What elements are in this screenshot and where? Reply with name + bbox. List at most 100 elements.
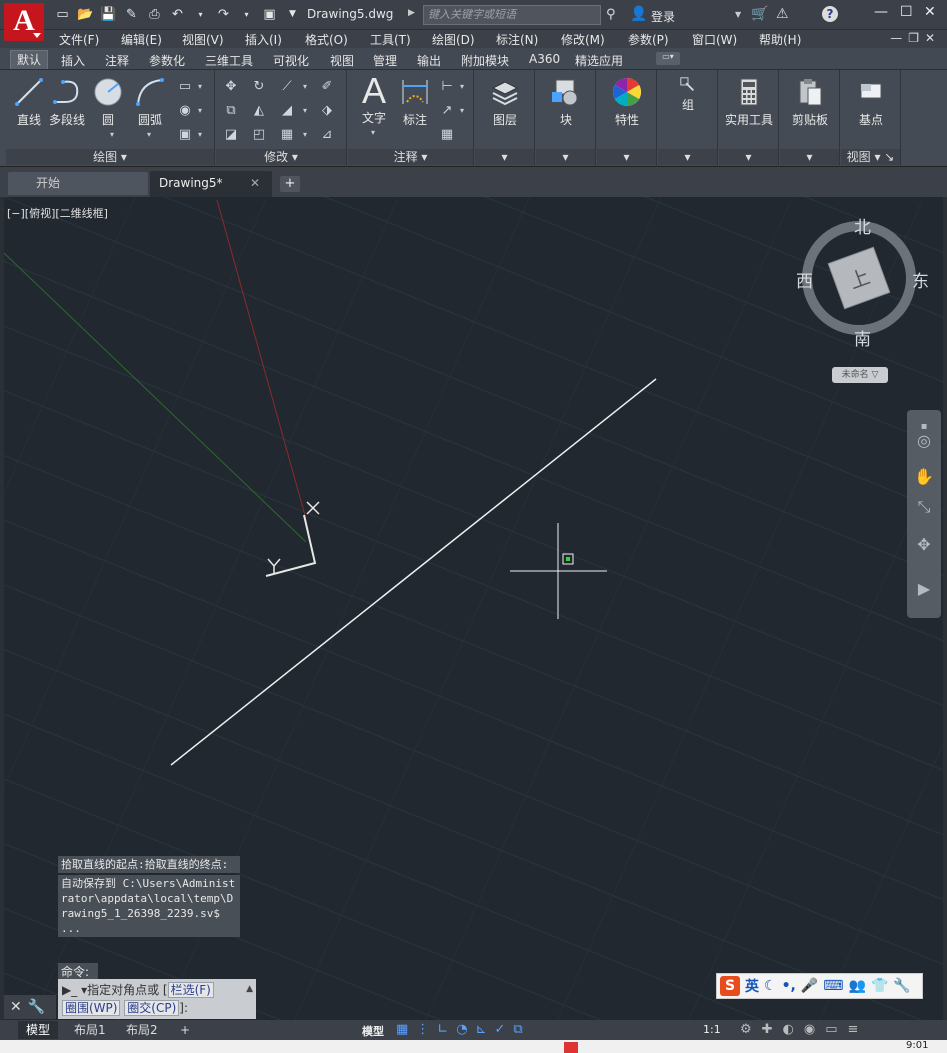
rectangle-icon[interactable]: ▭ — [176, 78, 194, 96]
command-input[interactable]: ▶_ ▾指定对角点或 [栏选(F) 圈围(WP) 圈交(CP)]: ▲ — [58, 979, 256, 1019]
viewcube[interactable]: 北 南 东 西 上 — [796, 217, 929, 350]
document-window-controls[interactable]: —❐✕ — [890, 31, 941, 45]
compass-east[interactable]: 东 — [912, 267, 929, 292]
option-window-polygon[interactable]: 圈围(WP) — [62, 1000, 121, 1016]
line-button[interactable]: 直线 — [9, 76, 49, 128]
file-tab-drawing5[interactable]: Drawing5* ✕ — [150, 171, 272, 197]
microphone-icon[interactable]: 🎤 — [801, 978, 818, 994]
ucs-menu[interactable]: 未命名 ▽ — [832, 367, 888, 383]
viewport-controls-label[interactable]: [−][俯视][二维线框] — [7, 205, 108, 221]
zoom-icon[interactable]: ⤡ — [913, 496, 935, 518]
osnap-icon[interactable]: ⊾ — [476, 1022, 495, 1037]
user-icon[interactable]: 👤 — [630, 6, 647, 22]
option-crossing-polygon[interactable]: 圈交(CP) — [124, 1000, 180, 1016]
block-button[interactable]: 块 — [546, 76, 586, 128]
wrench-icon[interactable]: 🔧 — [893, 978, 910, 994]
skin-icon[interactable]: 👕 — [871, 978, 888, 994]
menu-draw[interactable]: 绘图(D) — [432, 31, 475, 48]
compass-south[interactable]: 南 — [854, 325, 871, 350]
command-close-icon[interactable]: ✕ — [10, 999, 28, 1015]
array-icon[interactable]: ▦ — [278, 126, 296, 144]
compass-west[interactable]: 西 — [796, 267, 813, 292]
base-view-button[interactable]: 基点 — [851, 76, 891, 128]
model-space-toggle[interactable]: 模型 — [362, 1023, 384, 1039]
clipboard-button[interactable]: 剪贴板 — [784, 76, 836, 128]
ribbon-toggle-icon[interactable]: ▭▾ — [656, 52, 680, 65]
cart-icon[interactable]: 🛒 — [751, 6, 768, 22]
mirror-icon[interactable]: ◭ — [250, 102, 268, 120]
file-tab-start[interactable]: 开始 — [8, 172, 148, 195]
new-tab-button[interactable]: + — [280, 176, 300, 192]
punctuation-icon[interactable]: •, — [782, 978, 796, 994]
fillet-dropdown-icon[interactable]: ▾ — [303, 106, 307, 115]
hatch-icon[interactable]: ◉ — [176, 102, 194, 120]
utilities-button[interactable]: 实用工具 — [721, 76, 777, 128]
leader-icon[interactable]: ↗ — [438, 102, 456, 120]
leader-dropdown-icon[interactable]: ▾ — [460, 106, 464, 115]
array-dropdown-icon[interactable]: ▾ — [303, 130, 307, 139]
tab-3d-tools[interactable]: 三维工具 — [205, 52, 253, 69]
panel-layers-expand[interactable]: ▾ — [475, 149, 534, 165]
command-history-toggle-icon[interactable]: ▲ — [246, 980, 253, 998]
fillet-icon[interactable]: ◢ — [278, 102, 296, 120]
stretch-icon[interactable]: ◪ — [222, 126, 240, 144]
tab-insert[interactable]: 插入 — [61, 52, 85, 69]
open-file-icon[interactable]: 📂 — [77, 6, 94, 23]
a360-icon[interactable]: ⚠ — [776, 6, 789, 22]
panel-groups-expand[interactable]: ▾ — [658, 149, 717, 165]
close-icon[interactable]: ✕ — [924, 4, 936, 20]
compass-north[interactable]: 北 — [854, 213, 871, 238]
minimize-icon[interactable]: — — [874, 4, 888, 20]
panel-clipboard-expand[interactable]: ▾ — [780, 149, 839, 165]
arc-dropdown-icon[interactable]: ▾ — [147, 130, 151, 139]
customize-status-icon[interactable]: ≡ — [848, 1022, 869, 1037]
binoculars-icon[interactable]: ⚲ — [606, 7, 616, 22]
isolate-icon[interactable]: ◐ — [783, 1022, 804, 1037]
pan-icon[interactable]: ✋ — [913, 466, 935, 488]
scale-icon[interactable]: ◰ — [250, 126, 268, 144]
grid-icon[interactable]: ▦ — [396, 1022, 416, 1037]
taskbar-app-icon[interactable] — [564, 1042, 578, 1053]
menu-view[interactable]: 视图(V) — [182, 31, 224, 48]
annotation-monitor-icon[interactable]: ✚ — [762, 1022, 783, 1037]
keyboard-icon[interactable]: ⌨ — [823, 978, 843, 994]
layout-tab-layout2[interactable]: 布局2 — [118, 1021, 166, 1039]
boundary-icon[interactable]: ▣ — [176, 126, 194, 144]
text-button[interactable]: A 文字 — [354, 73, 394, 126]
move-icon[interactable]: ✥ — [222, 78, 240, 96]
otrack-icon[interactable]: ✓ — [494, 1022, 513, 1037]
undo-dropdown-icon[interactable]: ▾ — [192, 6, 209, 23]
redo-dropdown-icon[interactable]: ▾ — [238, 6, 255, 23]
tab-parametric[interactable]: 参数化 — [149, 52, 185, 69]
sogou-logo-icon[interactable]: S — [720, 976, 740, 996]
explode-icon[interactable]: ⬗ — [318, 102, 336, 120]
erase-icon[interactable]: ✐ — [318, 78, 336, 96]
layout-tab-model[interactable]: 模型 — [18, 1021, 59, 1039]
layout-tab-layout1[interactable]: 布局1 — [66, 1021, 114, 1039]
help-icon[interactable]: ? — [822, 6, 838, 22]
polar-icon[interactable]: ◔ — [456, 1022, 475, 1037]
trim-icon[interactable]: ⟋ — [278, 78, 296, 96]
application-menu-button[interactable]: A — [4, 3, 44, 41]
user-center-icon[interactable]: 👥 — [849, 978, 866, 994]
panel-draw-title[interactable]: 绘图 ▾ — [6, 149, 214, 165]
steering-wheel-icon[interactable]: ◎ — [913, 430, 935, 452]
ime-language-toggle[interactable]: 英 — [745, 976, 759, 996]
menu-dimension[interactable]: 标注(N) — [496, 31, 538, 48]
panel-block-expand[interactable]: ▾ — [536, 149, 595, 165]
menu-help[interactable]: 帮助(H) — [759, 31, 801, 48]
circle-button[interactable]: 圆 — [90, 76, 126, 128]
group-button[interactable]: 组 — [668, 76, 708, 113]
annotation-scale[interactable]: 1:1 — [703, 1023, 721, 1036]
properties-button[interactable]: 特性 — [607, 76, 647, 128]
add-layout-button[interactable]: + — [172, 1021, 198, 1039]
menu-format[interactable]: 格式(O) — [305, 31, 348, 48]
linear-dim-dropdown-icon[interactable]: ▾ — [460, 82, 464, 91]
workspace-icon[interactable]: ▣ — [261, 6, 278, 23]
rectangle-dropdown-icon[interactable]: ▾ — [198, 82, 202, 91]
circle-dropdown-icon[interactable]: ▾ — [110, 130, 114, 139]
save-as-icon[interactable]: ✎ — [123, 6, 140, 23]
menu-edit[interactable]: 编辑(E) — [121, 31, 162, 48]
clean-screen-icon[interactable]: ▭ — [825, 1022, 847, 1037]
dimension-button[interactable]: 标注 — [395, 76, 435, 128]
